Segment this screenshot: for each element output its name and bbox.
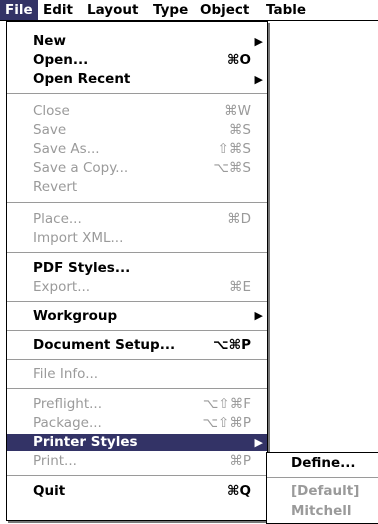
- menu-item-label: PDF Styles...: [33, 260, 131, 276]
- submenu-item-default[interactable]: [Default]: [267, 481, 378, 501]
- menu-item-document-setup[interactable]: Document Setup... ⌥⌘P: [7, 334, 267, 356]
- menu-item-label: Save As...: [33, 141, 100, 157]
- submenu-arrow-icon: ▶: [254, 73, 263, 86]
- menu-item-label: Close: [33, 103, 70, 119]
- separator: [7, 93, 267, 94]
- menu-type[interactable]: Type: [153, 0, 188, 20]
- submenu-arrow-icon: ▶: [254, 309, 263, 322]
- menu-item-package[interactable]: Package... ⌥⇧⌘P: [7, 415, 267, 432]
- menu-item-print[interactable]: Print... ⌘P: [7, 453, 267, 470]
- separator: [7, 330, 267, 331]
- menu-item-label: Package...: [33, 415, 102, 431]
- menu-item-open-recent[interactable]: Open Recent ▶: [7, 71, 267, 88]
- menu-item-label: File Info...: [33, 366, 99, 382]
- separator: [267, 477, 378, 478]
- menu-item-label: Save a Copy...: [33, 160, 129, 176]
- menu-item-label: Save: [33, 122, 67, 138]
- menu-item-close[interactable]: Close ⌘W: [7, 103, 267, 120]
- shortcut-label: ⌥⇧⌘P: [202, 415, 251, 431]
- menu-item-label: Revert: [33, 179, 78, 195]
- menu-edit[interactable]: Edit: [43, 0, 73, 20]
- menu-item-label: New: [33, 33, 66, 49]
- menu-file[interactable]: File: [0, 0, 38, 20]
- menu-item-label: Preflight...: [33, 396, 103, 412]
- separator: [7, 475, 267, 476]
- shortcut-label: ⌘S: [228, 122, 251, 138]
- menu-item-revert[interactable]: Revert: [7, 179, 267, 196]
- menu-layout[interactable]: Layout: [87, 0, 138, 20]
- printer-styles-submenu: Define... [Default] Mitchell: [266, 452, 378, 524]
- shortcut-label: ⇧⌘S: [217, 141, 251, 157]
- menu-item-label: Export...: [33, 279, 91, 295]
- shortcut-label: ⌘Q: [226, 483, 251, 499]
- menu-item-printer-styles[interactable]: Printer Styles ▶: [7, 434, 267, 451]
- separator: [7, 359, 267, 360]
- submenu-item-label: Define...: [291, 455, 356, 471]
- menu-item-save[interactable]: Save ⌘S: [7, 122, 267, 139]
- menu-item-import-xml[interactable]: Import XML...: [7, 230, 267, 247]
- separator: [7, 388, 267, 389]
- menu-item-label: Quit: [33, 483, 66, 499]
- menu-item-label: Import XML...: [33, 230, 124, 246]
- shortcut-label: ⌥⌘S: [213, 160, 251, 176]
- menu-item-place[interactable]: Place... ⌘D: [7, 211, 267, 228]
- menu-table[interactable]: Table: [266, 0, 306, 20]
- separator: [7, 301, 267, 302]
- menu-item-label: Print...: [33, 453, 77, 469]
- menu-item-label: Open...: [33, 52, 89, 68]
- submenu-item-define[interactable]: Define...: [267, 453, 378, 473]
- menu-item-save-a-copy[interactable]: Save a Copy... ⌥⌘S: [7, 160, 267, 177]
- menu-bar: File Edit Layout Type Object Table: [0, 0, 378, 21]
- submenu-arrow-icon: ▶: [254, 35, 263, 48]
- menu-item-preflight[interactable]: Preflight... ⌥⇧⌘F: [7, 396, 267, 413]
- submenu-item-label: Mitchell: [291, 503, 352, 519]
- submenu-item-mitchell[interactable]: Mitchell: [267, 501, 378, 521]
- shortcut-label: ⌥⇧⌘F: [202, 396, 251, 412]
- menu-item-open[interactable]: Open... ⌘O: [7, 52, 267, 69]
- submenu-item-label: [Default]: [291, 483, 360, 499]
- shortcut-label: ⌘W: [224, 103, 251, 119]
- menu-item-export[interactable]: Export... ⌘E: [7, 279, 267, 296]
- shortcut-label: ⌘O: [226, 52, 251, 68]
- shortcut-label: ⌘P: [229, 453, 251, 469]
- menu-item-quit[interactable]: Quit ⌘Q: [7, 483, 267, 500]
- separator: [7, 252, 267, 253]
- submenu-arrow-icon: ▶: [254, 436, 263, 449]
- file-menu: New ▶ Open... ⌘O Open Recent ▶ Close ⌘W …: [6, 21, 268, 521]
- separator: [7, 202, 267, 203]
- menu-item-save-as[interactable]: Save As... ⇧⌘S: [7, 141, 267, 158]
- menu-item-label: Printer Styles: [33, 434, 138, 450]
- menu-item-label: Document Setup...: [33, 337, 176, 353]
- menu-item-pdf-styles[interactable]: PDF Styles...: [7, 260, 267, 277]
- shortcut-label: ⌘D: [227, 211, 251, 227]
- shortcut-label: ⌥⌘P: [213, 337, 251, 353]
- shortcut-label: ⌘E: [228, 279, 251, 295]
- menu-item-label: Open Recent: [33, 71, 131, 87]
- menu-item-label: Workgroup: [33, 308, 118, 324]
- menu-item-file-info[interactable]: File Info...: [7, 363, 267, 385]
- menu-object[interactable]: Object: [200, 0, 249, 20]
- menu-item-workgroup[interactable]: Workgroup ▶: [7, 305, 267, 327]
- menu-item-new[interactable]: New ▶: [7, 33, 267, 50]
- menu-item-label: Place...: [33, 211, 82, 227]
